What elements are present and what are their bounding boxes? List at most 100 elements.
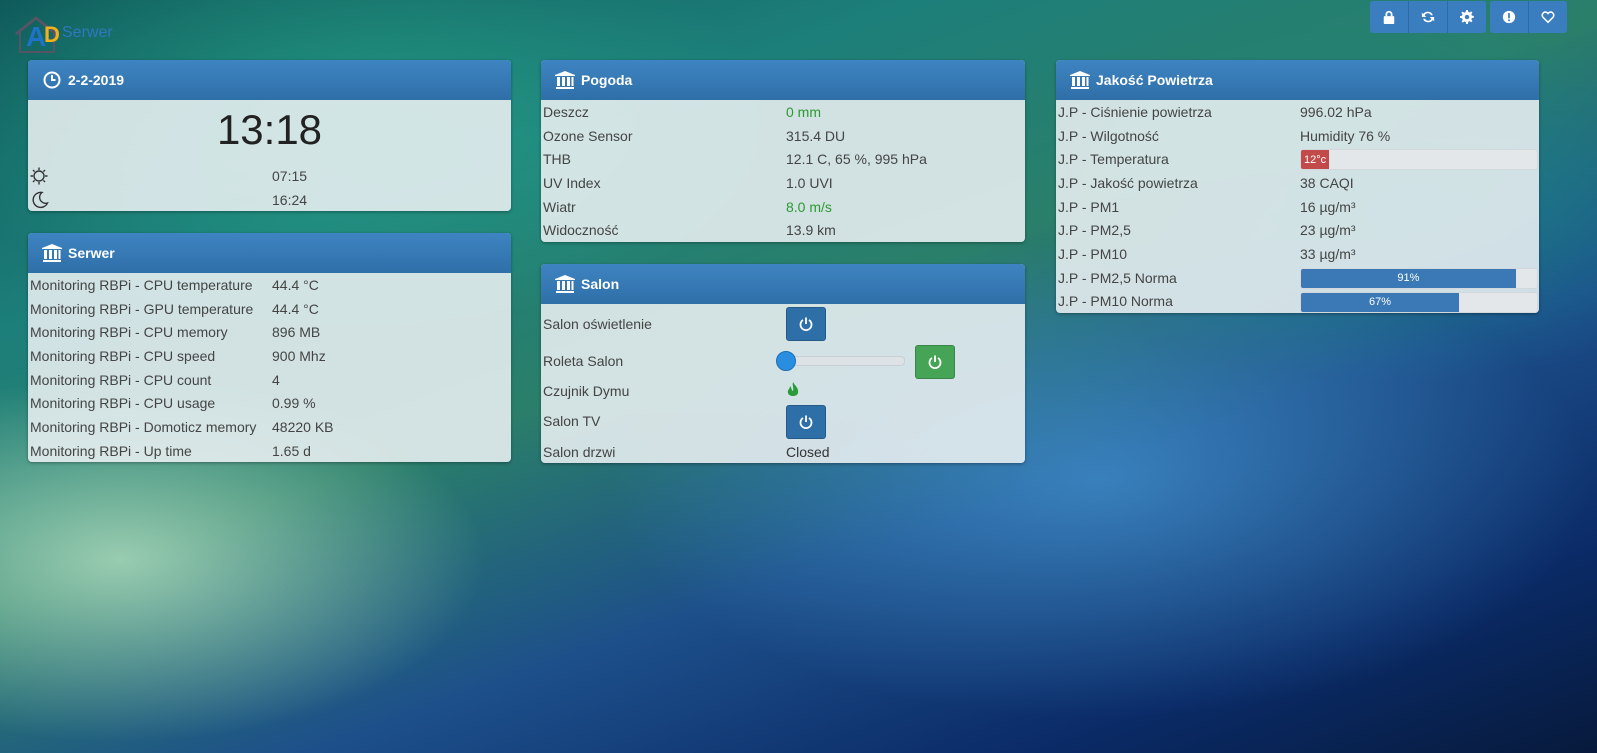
refresh-icon bbox=[1421, 11, 1435, 23]
row-label: J.P - Jakość powietrza bbox=[1058, 174, 1198, 191]
server-row: Monitoring RBPi - CPU count 4 bbox=[28, 368, 511, 392]
row-value: 12.1 C, 65 %, 995 hPa bbox=[786, 151, 927, 168]
weather-row: Wiatr 8.0 m/s bbox=[541, 195, 1025, 219]
blind-power-button[interactable] bbox=[915, 345, 955, 379]
row-value: 16 µg/m³ bbox=[1300, 198, 1356, 215]
server-row: Monitoring RBPi - GPU temperature 44.4 °C bbox=[28, 297, 511, 321]
server-rows: Monitoring RBPi - CPU temperature 44.4 °C… bbox=[28, 273, 511, 462]
row-value: 48220 KB bbox=[272, 418, 334, 435]
server-row: Monitoring RBPi - CPU usage 0.99 % bbox=[28, 391, 511, 415]
air-row: J.P - PM2,5 Norma 91% bbox=[1056, 266, 1539, 290]
toolbar-group-info bbox=[1490, 1, 1567, 33]
air-row: J.P - Temperatura 12°c bbox=[1056, 147, 1539, 171]
salon-panel-title: Salon bbox=[581, 276, 620, 292]
server-panel-header: Serwer bbox=[28, 233, 511, 273]
row-value: 44.4 °C bbox=[272, 300, 319, 317]
row-label: Monitoring RBPi - Domoticz memory bbox=[30, 418, 257, 435]
blind-slider-handle[interactable] bbox=[776, 351, 796, 371]
pm10-norma-bar-fill: 67% bbox=[1301, 292, 1460, 312]
air-rows: J.P - Ciśnienie powietrza 996.02 hPa J.P … bbox=[1056, 100, 1539, 313]
clock-icon bbox=[43, 71, 61, 89]
weather-row: THB 12.1 C, 65 %, 995 hPa bbox=[541, 147, 1025, 171]
row-value: 38 CAQI bbox=[1300, 174, 1354, 191]
temperature-bar: 12°c bbox=[1300, 149, 1538, 171]
row-label: J.P - PM1 bbox=[1058, 198, 1120, 215]
row-label: J.P - PM2,5 Norma bbox=[1058, 269, 1177, 286]
row-value: 315.4 DU bbox=[786, 127, 846, 144]
pm25-norma-bar: 91% bbox=[1300, 267, 1538, 289]
row-label: J.P - Wilgotność bbox=[1058, 127, 1159, 144]
lock-button[interactable] bbox=[1370, 1, 1409, 33]
air-row: J.P - PM1 16 µg/m³ bbox=[1056, 195, 1539, 219]
row-label: Deszcz bbox=[543, 103, 589, 120]
air-panel-title: Jakość Powietrza bbox=[1096, 72, 1213, 88]
row-label: Monitoring RBPi - CPU usage bbox=[30, 395, 216, 412]
row-value: 0.99 % bbox=[272, 395, 316, 412]
toolbar-group-settings bbox=[1370, 1, 1486, 33]
blind-label: Roleta Salon bbox=[543, 353, 624, 369]
weather-row: Deszcz 0 mm bbox=[541, 100, 1025, 124]
tv-label: Salon TV bbox=[543, 413, 601, 429]
weather-panel-header: Pogoda bbox=[541, 60, 1025, 100]
row-label: UV Index bbox=[543, 174, 601, 191]
weather-panel-title: Pogoda bbox=[581, 72, 633, 88]
power-icon bbox=[799, 415, 813, 429]
clock-time: 13:18 bbox=[216, 106, 323, 153]
lock-icon bbox=[1383, 10, 1395, 24]
row-label: Monitoring RBPi - CPU memory bbox=[30, 324, 228, 341]
heart-icon bbox=[1541, 11, 1555, 24]
light-power-button[interactable] bbox=[786, 307, 826, 341]
row-value: Humidity 76 % bbox=[1300, 127, 1391, 144]
row-value: 44.4 °C bbox=[272, 276, 319, 293]
building-icon bbox=[555, 71, 575, 89]
weather-row: Ozone Sensor 315.4 DU bbox=[541, 124, 1025, 148]
server-row: Monitoring RBPi - CPU speed 900 Mhz bbox=[28, 344, 511, 368]
building-icon bbox=[42, 244, 62, 262]
weather-panel: Pogoda Deszcz 0 mm Ozone Sensor 315.4 DU T… bbox=[541, 60, 1025, 242]
row-label: Monitoring RBPi - Up time bbox=[30, 442, 192, 459]
blind-slider[interactable] bbox=[779, 356, 905, 366]
row-value: 1.0 UVI bbox=[786, 174, 833, 191]
light-label: Salon oświetlenie bbox=[543, 316, 652, 332]
row-label: Monitoring RBPi - GPU temperature bbox=[30, 300, 254, 317]
server-panel: Serwer Monitoring RBPi - CPU temperature… bbox=[28, 233, 511, 462]
settings-button[interactable] bbox=[1448, 1, 1486, 33]
weather-rows: Deszcz 0 mm Ozone Sensor 315.4 DU THB 12.1 … bbox=[541, 100, 1025, 242]
pm10-norma-bar: 67% bbox=[1300, 291, 1538, 313]
sunrise-row: 07:15 bbox=[28, 164, 511, 188]
favorite-button[interactable] bbox=[1529, 1, 1567, 33]
air-row: J.P - Wilgotność Humidity 76 % bbox=[1056, 124, 1539, 148]
pm25-norma-bar-fill: 91% bbox=[1301, 268, 1516, 288]
power-icon bbox=[928, 355, 942, 369]
door-status: Closed bbox=[786, 444, 830, 460]
clock-panel: 2-2-2019 13:18 07:15 16:24 bbox=[28, 60, 511, 211]
air-quality-panel: Jakość Powietrza J.P - Ciśnienie powietr… bbox=[1056, 60, 1539, 313]
sunset-time: 16:24 bbox=[272, 191, 308, 208]
salon-rows: Salon oświetlenie Roleta Salon Czujnik D… bbox=[541, 304, 1025, 463]
row-value: 8.0 m/s bbox=[786, 198, 832, 215]
row-label: Widoczność bbox=[543, 222, 619, 239]
server-row: Monitoring RBPi - CPU memory 896 MB bbox=[28, 320, 511, 344]
sunrise-time: 07:15 bbox=[272, 167, 308, 184]
info-button[interactable] bbox=[1490, 1, 1529, 33]
row-label: J.P - Ciśnienie powietrza bbox=[1058, 103, 1212, 120]
weather-row: UV Index 1.0 UVI bbox=[541, 171, 1025, 195]
logo-name: Serwer bbox=[62, 24, 113, 41]
row-label: J.P - PM10 bbox=[1058, 245, 1127, 262]
row-value: 0 mm bbox=[786, 103, 821, 120]
row-label: Monitoring RBPi - CPU speed bbox=[30, 347, 216, 364]
row-label: J.P - PM2,5 bbox=[1058, 222, 1131, 239]
server-row: Monitoring RBPi - Domoticz memory 48220 K… bbox=[28, 415, 511, 439]
info-icon bbox=[1502, 10, 1516, 24]
refresh-button[interactable] bbox=[1409, 1, 1448, 33]
row-value: 996.02 hPa bbox=[1300, 103, 1372, 120]
sun-icon bbox=[30, 167, 48, 185]
building-icon bbox=[555, 275, 575, 293]
tv-power-button[interactable] bbox=[786, 405, 826, 439]
moon-icon bbox=[32, 191, 49, 208]
sunset-row: 16:24 bbox=[28, 188, 511, 211]
top-toolbar bbox=[1370, 1, 1567, 33]
row-value: 4 bbox=[272, 371, 280, 388]
row-label: J.P - PM10 Norma bbox=[1058, 293, 1173, 310]
row-label: J.P - Temperatura bbox=[1058, 151, 1169, 168]
